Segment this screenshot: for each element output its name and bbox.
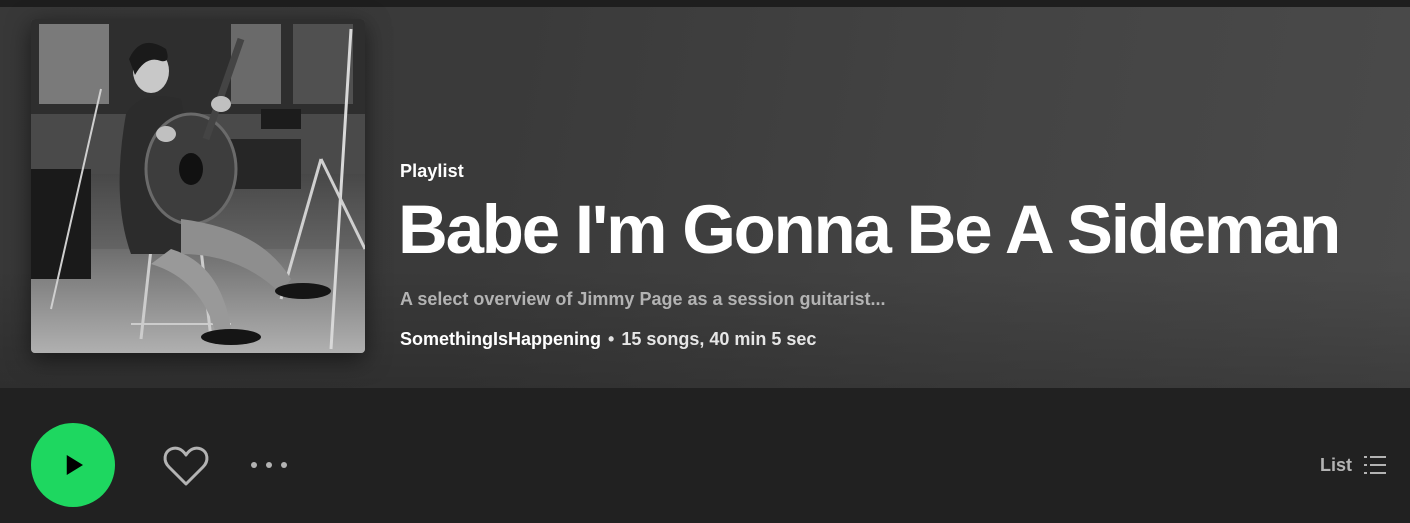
playlist-cover-image [31, 19, 365, 353]
list-view-icon [1364, 456, 1387, 474]
heart-icon [163, 446, 209, 486]
playlist-description: A select overview of Jimmy Page as a ses… [400, 289, 886, 309]
like-button[interactable] [160, 440, 212, 492]
meta-separator: • [608, 329, 615, 349]
top-bar [0, 0, 1410, 7]
more-options-icon [251, 462, 257, 468]
more-options-icon [266, 462, 272, 468]
view-toggle-button[interactable]: List [1320, 450, 1387, 480]
play-icon [66, 455, 83, 475]
playlist-title: Babe I'm Gonna Be A Sideman [398, 191, 1341, 268]
more-options-button[interactable] [246, 452, 292, 478]
playlist-type-label: Playlist [400, 161, 464, 181]
action-bar: List [0, 388, 1410, 523]
view-toggle-label: List [1320, 454, 1353, 475]
playlist-stats: 15 songs, 40 min 5 sec [621, 329, 817, 349]
more-options-icon [281, 462, 287, 468]
playlist-owner-link[interactable]: SomethingIsHappening [400, 329, 601, 350]
playlist-meta: SomethingIsHappening • 15 songs, 40 min … [400, 329, 816, 350]
playlist-header: Playlist Babe I'm Gonna Be A Sideman A s… [0, 7, 1410, 388]
play-button[interactable] [31, 423, 115, 507]
